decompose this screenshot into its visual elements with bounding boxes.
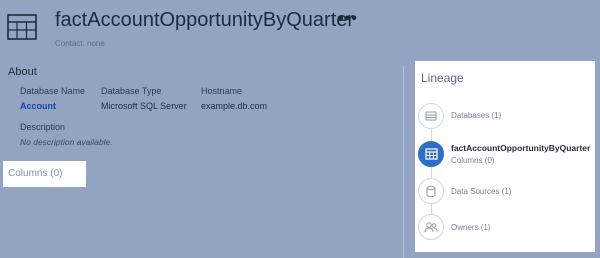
- datasource-icon: [426, 185, 436, 197]
- table-icon: [424, 148, 438, 160]
- panel-divider: [403, 66, 404, 258]
- lineage-table-label: factAccountOpportunityByQuarter: [451, 143, 591, 153]
- description-label: Description: [20, 122, 66, 132]
- database-name-label: Database Name: [20, 86, 86, 96]
- lineage-connector: [431, 115, 432, 229]
- database-type-label: Database Type: [101, 86, 162, 96]
- lineage-node-owners[interactable]: [418, 214, 444, 240]
- owners-icon: [424, 222, 438, 233]
- lineage-databases-label[interactable]: Databases (1): [451, 111, 501, 120]
- lineage-panel: Lineage Databases (1) factAccountOpportu…: [415, 61, 595, 252]
- about-heading: About: [8, 66, 37, 78]
- table-icon: [7, 14, 37, 40]
- lineage-node-databases[interactable]: [418, 103, 444, 129]
- description-value: No description available.: [20, 137, 113, 147]
- database-icon: [425, 111, 437, 121]
- lineage-owners-label[interactable]: Owners (1): [451, 223, 491, 232]
- page-title: factAccountOpportunityByQuarter: [55, 9, 355, 31]
- hostname-label: Hostname: [201, 86, 243, 96]
- lineage-node-datasources[interactable]: [418, 178, 444, 204]
- columns-section: Columns (0): [3, 161, 86, 187]
- more-actions-button[interactable]: •••: [338, 10, 358, 28]
- page-header: factAccountOpportunityByQuarter ••• Cont…: [0, 0, 600, 56]
- lineage-datasources-label[interactable]: Data Sources (1): [451, 187, 511, 196]
- hostname-value: example.db.com: [201, 101, 268, 111]
- lineage-table-columns[interactable]: Columns (0): [451, 156, 495, 165]
- columns-heading[interactable]: Columns (0): [8, 168, 62, 179]
- database-type-value: Microsoft SQL Server: [101, 101, 187, 111]
- database-name-link[interactable]: Account: [20, 101, 56, 111]
- lineage-heading: Lineage: [421, 71, 464, 85]
- contact-text: Contact: none: [55, 39, 105, 48]
- lineage-node-table[interactable]: [418, 141, 444, 167]
